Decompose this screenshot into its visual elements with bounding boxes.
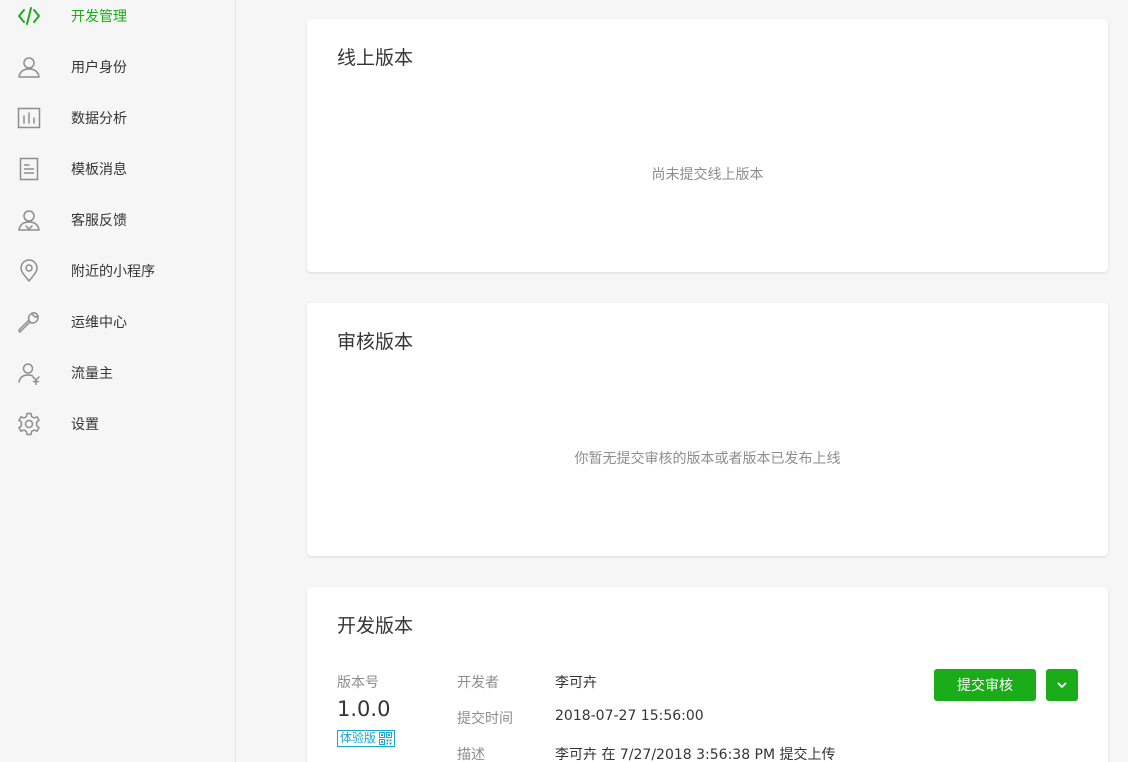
online-version-title: 线上版本 xyxy=(337,47,414,69)
sidebar-item-data-analysis[interactable]: 数据分析 xyxy=(0,92,235,143)
document-icon xyxy=(17,157,41,181)
submit-time-label: 提交时间 xyxy=(457,711,513,727)
chevron-down-icon xyxy=(1056,679,1068,691)
main-content: 线上版本 尚未提交线上版本 审核版本 你暂无提交审核的版本或者版本已发布上线 开… xyxy=(236,0,1128,762)
bar-chart-icon xyxy=(17,106,41,130)
sidebar-item-label: 客服反馈 xyxy=(71,212,127,229)
sidebar-item-user-identity[interactable]: 用户身份 xyxy=(0,41,235,92)
sidebar-item-label: 设置 xyxy=(71,416,99,433)
review-version-title: 审核版本 xyxy=(337,331,414,353)
user-icon xyxy=(17,55,41,79)
code-icon xyxy=(17,4,41,28)
user-yen-icon xyxy=(17,361,41,385)
sidebar-item-dev-management[interactable]: 开发管理 xyxy=(0,0,235,41)
dev-version-card: 开发版本 版本号 1.0.0 体验版 开发者 李可卉 提交时间 2018-07-… xyxy=(307,587,1108,762)
dev-version-title: 开发版本 xyxy=(337,615,414,637)
online-version-empty-text: 尚未提交线上版本 xyxy=(651,167,764,183)
sidebar-item-template-message[interactable]: 模板消息 xyxy=(0,143,235,194)
sidebar-item-label: 用户身份 xyxy=(71,59,127,76)
sidebar-item-customer-feedback[interactable]: 客服反馈 xyxy=(0,194,235,245)
sidebar-item-label: 流量主 xyxy=(71,365,113,382)
sidebar-item-label: 运维中心 xyxy=(71,314,127,331)
wrench-icon xyxy=(17,310,41,334)
version-number-value: 1.0.0 xyxy=(337,697,391,721)
sidebar-item-label: 模板消息 xyxy=(71,161,127,178)
submit-review-button[interactable]: 提交审核 xyxy=(934,669,1036,701)
customer-service-icon xyxy=(17,208,41,232)
developer-label: 开发者 xyxy=(457,675,499,691)
sidebar-item-label: 附近的小程序 xyxy=(71,263,155,280)
location-pin-icon xyxy=(17,258,41,283)
more-actions-dropdown-button[interactable] xyxy=(1046,669,1078,701)
sidebar-item-label: 开发管理 xyxy=(71,8,127,25)
description-label: 描述 xyxy=(457,747,485,762)
review-version-empty-text: 你暂无提交审核的版本或者版本已发布上线 xyxy=(574,451,841,467)
review-version-card: 审核版本 你暂无提交审核的版本或者版本已发布上线 xyxy=(307,303,1108,556)
version-number-label: 版本号 xyxy=(337,675,379,691)
qr-code-icon xyxy=(379,732,393,745)
developer-value: 李可卉 xyxy=(555,675,597,691)
submit-time-value: 2018-07-27 15:56:00 xyxy=(555,708,704,724)
sidebar: 开发管理 用户身份 数据分析 模板消息 客服反馈 附近的小程序 运维中心 流量主… xyxy=(0,0,236,762)
sidebar-item-settings[interactable]: 设置 xyxy=(0,398,235,449)
online-version-card: 线上版本 尚未提交线上版本 xyxy=(307,19,1108,272)
app-window: 开发管理 用户身份 数据分析 模板消息 客服反馈 附近的小程序 运维中心 流量主… xyxy=(0,0,1128,762)
trial-version-badge[interactable]: 体验版 xyxy=(337,730,396,747)
gear-icon xyxy=(17,412,41,436)
sidebar-item-traffic-host[interactable]: 流量主 xyxy=(0,347,235,398)
description-value: 李可卉 在 7/27/2018 3:56:38 PM 提交上传 xyxy=(555,747,836,762)
sidebar-item-nearby-mini-programs[interactable]: 附近的小程序 xyxy=(0,245,235,296)
trial-version-label: 体验版 xyxy=(340,731,377,745)
sidebar-item-label: 数据分析 xyxy=(71,110,127,127)
sidebar-item-operations-center[interactable]: 运维中心 xyxy=(0,296,235,347)
